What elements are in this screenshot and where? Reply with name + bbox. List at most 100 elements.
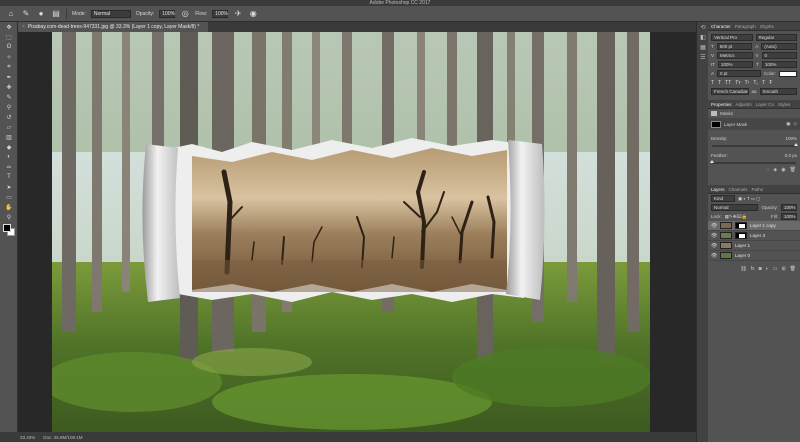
subscript-button[interactable]: T₁: [753, 80, 758, 86]
brush-preset-icon[interactable]: ●: [36, 9, 46, 19]
tab-layer-comps[interactable]: Layer Co: [756, 102, 774, 107]
tab-paragraph[interactable]: Paragraph: [735, 24, 756, 29]
dodge-tool-icon[interactable]: ◐: [0, 152, 18, 162]
font-size-field[interactable]: 500 pt: [716, 43, 753, 50]
pressure-size-icon[interactable]: ◉: [248, 9, 258, 19]
mode-select[interactable]: Normal: [90, 9, 131, 18]
eraser-tool-icon[interactable]: ▱: [0, 122, 18, 132]
new-group-icon[interactable]: ▭: [773, 266, 778, 272]
tab-glyphs[interactable]: Glyphs: [760, 24, 774, 29]
pen-tool-icon[interactable]: ✑: [0, 162, 18, 172]
superscript-button[interactable]: T¹: [745, 80, 750, 86]
new-layer-icon[interactable]: ⊞: [781, 266, 785, 272]
zoom-level[interactable]: 33.33%: [20, 435, 35, 440]
layer-opacity-field[interactable]: 100%: [781, 204, 797, 211]
layer-filter-icons[interactable]: ▣◐T▭▢: [738, 196, 761, 202]
add-mask-icon[interactable]: ◙: [759, 266, 762, 272]
document-canvas[interactable]: [52, 32, 650, 432]
feather-slider[interactable]: [710, 160, 796, 164]
pressure-opacity-icon[interactable]: ◎: [180, 9, 190, 19]
layer-style-icon[interactable]: fx: [751, 266, 755, 272]
density-slider-knob[interactable]: [794, 143, 798, 146]
faux-italic-button[interactable]: T: [718, 80, 721, 86]
home-icon[interactable]: ⌂: [6, 9, 16, 19]
healing-brush-tool-icon[interactable]: ✚: [0, 82, 18, 92]
rectangle-tool-icon[interactable]: ▭: [0, 192, 18, 202]
faux-bold-button[interactable]: T: [711, 80, 714, 86]
tracking-field[interactable]: 0: [761, 52, 797, 59]
tab-layers[interactable]: Layers: [711, 187, 725, 192]
layer-row[interactable]: 👁 Layer 1: [708, 241, 800, 251]
document-tab[interactable]: × Pixabay.com-dead-trees-947331.jpg @ 33…: [18, 22, 208, 32]
path-selection-tool-icon[interactable]: ➤: [0, 182, 18, 192]
leading-field[interactable]: (Auto): [761, 43, 798, 50]
feather-slider-knob[interactable]: [710, 160, 714, 163]
layer-mask-thumbnail[interactable]: [735, 222, 747, 229]
disable-mask-icon[interactable]: ◉: [781, 167, 785, 173]
visibility-eye-icon[interactable]: 👁: [711, 233, 717, 239]
delete-mask-icon[interactable]: 🗑: [790, 167, 796, 173]
tab-properties[interactable]: Properties: [711, 102, 732, 107]
vertical-scale-field[interactable]: 100%: [718, 61, 754, 68]
brush-tool-icon[interactable]: ✎: [0, 92, 18, 102]
layer-row[interactable]: 👁 Layer 3: [708, 231, 800, 241]
blend-mode-select[interactable]: Normal: [711, 204, 759, 211]
lasso-tool-icon[interactable]: ʘ: [0, 42, 18, 52]
all-caps-button[interactable]: TT: [725, 80, 731, 86]
document-size[interactable]: Doc: 25.9M/108.1M: [43, 435, 82, 440]
close-tab-icon[interactable]: ×: [22, 24, 25, 30]
crop-tool-icon[interactable]: ⌗: [0, 62, 18, 72]
apply-mask-icon[interactable]: ◈: [773, 167, 777, 173]
zoom-tool-icon[interactable]: ⚲: [0, 212, 18, 222]
tab-paths[interactable]: Paths: [752, 187, 764, 192]
language-select[interactable]: French Canadian: [711, 88, 749, 95]
flow-field[interactable]: 100%: [212, 9, 229, 18]
move-tool-icon[interactable]: ✥: [0, 22, 18, 32]
font-style-select[interactable]: Regular: [755, 34, 797, 41]
tab-styles[interactable]: Styles: [778, 102, 790, 107]
adjustment-layer-icon[interactable]: ◐: [766, 266, 769, 272]
load-selection-icon[interactable]: ◌: [766, 167, 769, 173]
strikethrough-button[interactable]: Ŧ: [769, 80, 772, 86]
airbrush-icon[interactable]: ✈: [233, 9, 243, 19]
gradient-tool-icon[interactable]: ▥: [0, 132, 18, 142]
antialias-select[interactable]: Smooth: [759, 88, 798, 95]
type-tool-icon[interactable]: T: [0, 172, 18, 182]
foreground-color-swatch[interactable]: [3, 224, 11, 232]
brush-tool-icon[interactable]: ✎: [21, 9, 31, 19]
eyedropper-tool-icon[interactable]: ✒: [0, 72, 18, 82]
font-family-select[interactable]: Vertical Pro: [711, 34, 753, 41]
canvas-area[interactable]: [18, 32, 696, 432]
marquee-tool-icon[interactable]: ⬚: [0, 32, 18, 42]
fill-field[interactable]: 100%: [781, 213, 797, 220]
lock-icons[interactable]: ▦✎✥⌧🔒: [725, 214, 748, 220]
text-color-swatch[interactable]: [779, 70, 797, 77]
layer-row[interactable]: 👁 Layer 0: [708, 251, 800, 261]
underline-button[interactable]: T: [762, 80, 765, 86]
visibility-eye-icon[interactable]: 👁: [711, 243, 717, 249]
tab-adjustments[interactable]: Adjustm: [736, 102, 752, 107]
visibility-eye-icon[interactable]: 👁: [711, 223, 717, 229]
feather-value[interactable]: 0.0 px: [785, 153, 797, 158]
tab-channels[interactable]: Channels: [729, 187, 748, 192]
layer-filter-select[interactable]: Kind: [711, 195, 735, 202]
color-swatches[interactable]: [3, 224, 15, 236]
history-brush-tool-icon[interactable]: ↺: [0, 112, 18, 122]
visibility-eye-icon[interactable]: 👁: [711, 253, 717, 259]
layer-mask-thumbnail[interactable]: [735, 232, 747, 239]
brush-panel-icon[interactable]: ▤: [51, 9, 61, 19]
baseline-field[interactable]: 0 pt: [717, 70, 761, 77]
quick-select-tool-icon[interactable]: ✧: [0, 52, 18, 62]
density-slider[interactable]: [712, 143, 798, 147]
link-layers-icon[interactable]: ⛓: [740, 266, 746, 272]
opacity-field[interactable]: 100%: [159, 9, 176, 18]
kerning-field[interactable]: Metrics: [717, 52, 753, 59]
clone-stamp-tool-icon[interactable]: ⚲: [0, 102, 18, 112]
layer-row[interactable]: 👁 Layer 1 copy: [708, 221, 800, 231]
blur-tool-icon[interactable]: ◆: [0, 142, 18, 152]
tab-character[interactable]: Character: [711, 24, 731, 29]
horizontal-scale-field[interactable]: 100%: [761, 61, 797, 68]
pixel-mask-icon[interactable]: ▣: [786, 121, 790, 127]
small-caps-button[interactable]: Tт: [735, 80, 740, 86]
density-value[interactable]: 100%: [785, 136, 797, 141]
